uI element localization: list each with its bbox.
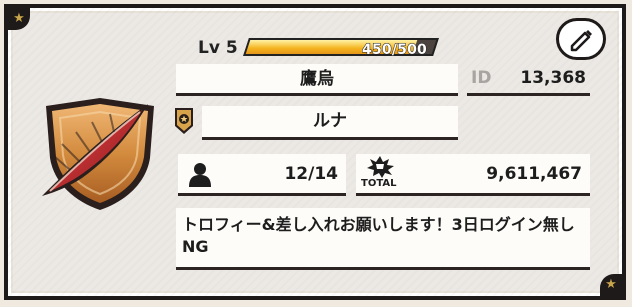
rank-name: ルナ (202, 106, 458, 140)
corner-star-icon: ★ (600, 274, 622, 296)
total-trophy-box: TOTAL 9,611,467 (356, 154, 590, 196)
total-trophies: 9,611,467 (486, 164, 582, 184)
pencil-icon (570, 30, 592, 52)
rank-row: ルナ (172, 104, 458, 142)
player-id-row: ID 13,368 (467, 64, 590, 96)
id-label: ID (471, 68, 492, 88)
member-count-box: 12/14 (178, 154, 346, 196)
xp-text: 450/500 (362, 42, 428, 59)
total-label: TOTAL (361, 178, 397, 189)
member-count: 12/14 (284, 164, 338, 184)
player-name: 鷹烏 (176, 64, 458, 96)
rank-badge-icon (175, 108, 193, 134)
level-label: Lv 5 (198, 38, 238, 58)
corner-star-icon: ★ (8, 8, 30, 30)
person-icon (189, 163, 211, 187)
profile-comment: トロフィー&差し入れお願いします！3日ログイン無しNG (176, 208, 590, 270)
id-value: 13,368 (520, 68, 586, 88)
edit-profile-button[interactable] (556, 18, 606, 60)
feather-shield-emblem-icon (42, 98, 154, 210)
trophy-burst-icon (367, 156, 394, 178)
